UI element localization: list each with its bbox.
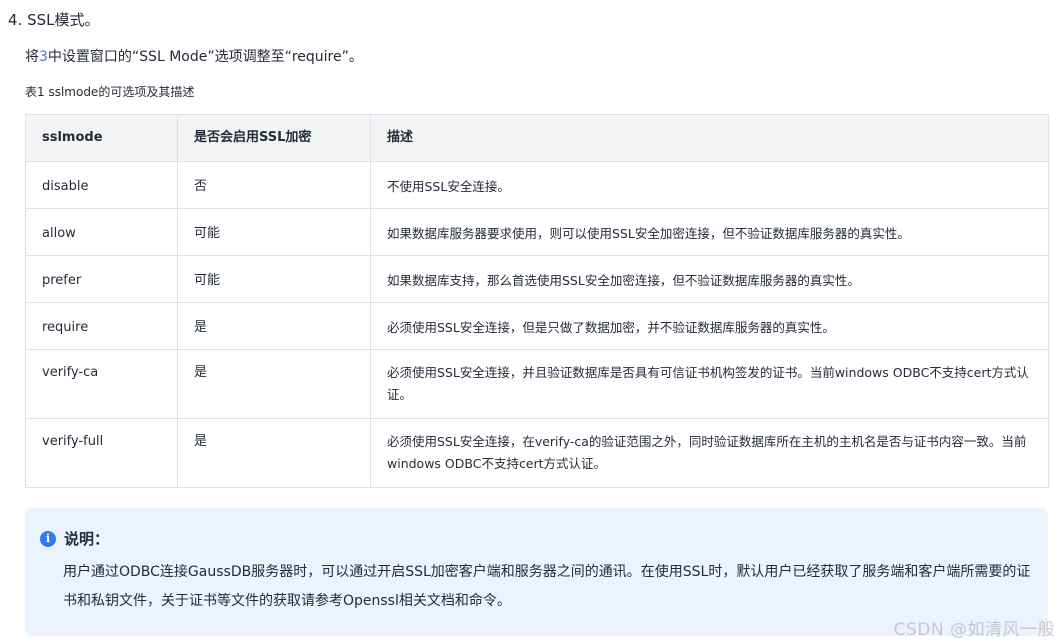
cell-description: 必须使用SSL安全连接，并且验证数据库是否具有可信证书机构签发的证书。当前win…: [370, 349, 1049, 419]
cell-sslmode: prefer: [25, 255, 178, 303]
step-desc-before: 将: [25, 49, 39, 65]
cell-ssl-enabled: 是: [177, 418, 371, 488]
note-title: 说明：: [64, 530, 110, 548]
step-3-link[interactable]: 3: [39, 49, 48, 65]
table-caption: 表1 sslmode的可选项及其描述: [25, 85, 195, 99]
cell-sslmode: verify-full: [25, 418, 178, 488]
cell-description: 如果数据库服务器要求使用，则可以使用SSL安全加密连接，但不验证数据库服务器的真…: [370, 208, 1049, 256]
cell-sslmode: require: [25, 302, 178, 350]
cell-sslmode: disable: [25, 161, 178, 209]
cell-ssl-enabled: 是: [177, 349, 371, 419]
cell-sslmode: verify-ca: [25, 349, 178, 419]
cell-ssl-enabled: 否: [177, 161, 371, 209]
note-header: i 说明：: [40, 528, 109, 549]
note-body: 用户通过ODBC连接GaussDB服务器时，可以通过开启SSL加密客户端和服务器…: [63, 564, 1031, 609]
table-row: disable 否 不使用SSL安全连接。: [25, 161, 1049, 209]
table-row: verify-full 是 必须使用SSL安全连接，在verify-ca的验证范…: [25, 418, 1049, 488]
step-title: 4. SSL模式。: [8, 11, 100, 29]
info-icon: i: [40, 530, 56, 547]
cell-ssl-enabled: 是: [177, 302, 371, 350]
step-desc-after: 中设置窗口的“SSL Mode”选项调整至“require”。: [47, 49, 363, 65]
column-header-description: 描述: [370, 114, 1049, 162]
cell-description: 不使用SSL安全连接。: [370, 161, 1049, 209]
table-row: verify-ca 是 必须使用SSL安全连接，并且验证数据库是否具有可信证书机…: [25, 349, 1049, 419]
step-description: 将3中设置窗口的“SSL Mode”选项调整至“require”。: [25, 46, 363, 66]
cell-sslmode: allow: [25, 208, 178, 256]
sslmode-table: sslmode 是否会启用SSL加密 描述 disable 否 不使用SSL安全…: [25, 114, 1049, 488]
table-row: allow 可能 如果数据库服务器要求使用，则可以使用SSL安全加密连接，但不验…: [25, 208, 1049, 256]
watermark: CSDN @如清风一般: [893, 620, 1055, 640]
cell-ssl-enabled: 可能: [177, 208, 371, 256]
cell-ssl-enabled: 可能: [177, 255, 371, 303]
table-row: require 是 必须使用SSL安全连接，但是只做了数据加密，并不验证数据库服…: [25, 302, 1049, 350]
column-header-ssl-enabled: 是否会启用SSL加密: [177, 114, 371, 162]
table-header-row: sslmode 是否会启用SSL加密 描述: [25, 114, 1049, 162]
column-header-sslmode: sslmode: [25, 114, 178, 162]
cell-description: 必须使用SSL安全连接，但是只做了数据加密，并不验证数据库服务器的真实性。: [370, 302, 1049, 350]
cell-description: 如果数据库支持，那么首选使用SSL安全加密连接，但不验证数据库服务器的真实性。: [370, 255, 1049, 303]
cell-description: 必须使用SSL安全连接，在verify-ca的验证范围之外，同时验证数据库所在主…: [370, 418, 1049, 488]
table-row: prefer 可能 如果数据库支持，那么首选使用SSL安全加密连接，但不验证数据…: [25, 255, 1049, 303]
